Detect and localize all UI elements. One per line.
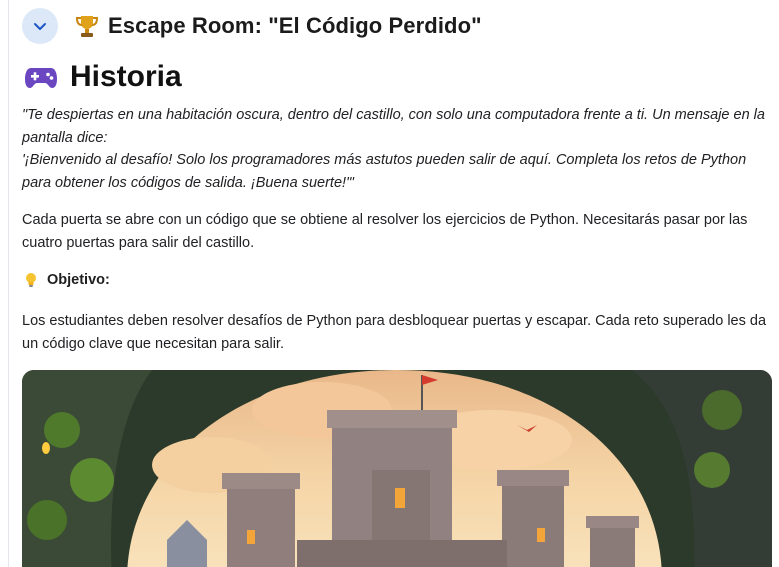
gamepad-icon — [25, 68, 57, 88]
objective-heading: Objetivo: — [24, 272, 110, 288]
section-header: Escape Room: "El Código Perdido" — [22, 8, 482, 44]
history-heading: Historia — [24, 60, 182, 94]
chevron-down-icon — [34, 23, 46, 30]
collapse-button[interactable] — [22, 8, 58, 44]
story-intro: "Te despiertas en una habitación oscura,… — [22, 107, 765, 146]
doors-paragraph: Cada puerta se abre con un código que se… — [22, 212, 748, 251]
objective-paragraph: Los estudiantes deben resolver desafíos … — [22, 313, 767, 352]
trophy-icon — [76, 16, 98, 37]
castle-illustration — [22, 370, 772, 567]
content-left-border — [8, 0, 9, 567]
page-title: Escape Room: "El Código Perdido" — [108, 13, 482, 38]
header-title-group: Escape Room: "El Código Perdido" — [76, 13, 482, 39]
section-heading: Historia — [70, 60, 182, 93]
lightbulb-icon — [26, 273, 36, 287]
story-message: '¡Bienvenido al desafío! Solo los progra… — [22, 152, 747, 191]
objective-label: Objetivo: — [47, 272, 110, 288]
